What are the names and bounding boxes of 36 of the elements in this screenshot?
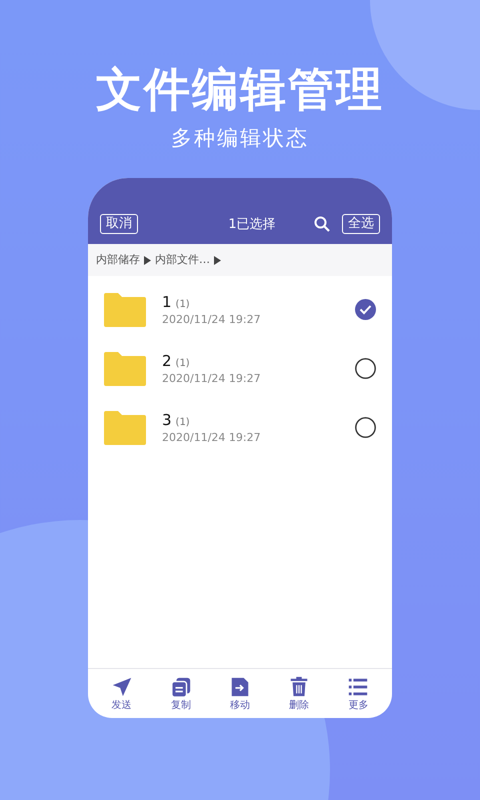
file-date: 2020/11/24 19:27 bbox=[162, 312, 262, 328]
item-count: (1) bbox=[176, 356, 190, 370]
subheadline: 多种编辑状态 bbox=[171, 125, 309, 152]
breadcrumb-item[interactable]: 内部文件… bbox=[155, 252, 210, 268]
selection-count: 1已选择 bbox=[228, 216, 276, 234]
folder-icon bbox=[104, 352, 146, 386]
toolbar-button[interactable]: 删除 bbox=[277, 676, 322, 712]
toolbar-button[interactable]: 更多 bbox=[336, 676, 380, 712]
file-row[interactable]: 1 (1) 2020/11/24 19:27 bbox=[88, 280, 392, 339]
folder-icon bbox=[104, 292, 146, 326]
file-date: 2020/11/24 19:27 bbox=[162, 430, 262, 446]
file-name: 1 bbox=[162, 292, 172, 312]
file-name: 2 bbox=[162, 350, 172, 370]
paper-plane-icon bbox=[110, 676, 133, 698]
file-row[interactable]: 3 (1) 2020/11/24 19:27 bbox=[88, 398, 392, 457]
cancel-button[interactable]: 取消 bbox=[100, 214, 138, 234]
triangle-icon bbox=[214, 256, 221, 264]
copy-icon bbox=[170, 676, 192, 698]
item-count: (1) bbox=[176, 416, 190, 430]
select-all-button[interactable]: 全选 bbox=[342, 214, 380, 234]
file-date: 2020/11/24 19:27 bbox=[162, 370, 262, 386]
headline: 文件编辑管理 bbox=[96, 61, 384, 118]
breadcrumb-item[interactable]: 内部储存 bbox=[96, 252, 140, 268]
toolbar-button[interactable]: 复制 bbox=[158, 676, 203, 712]
file-name: 3 bbox=[162, 410, 172, 430]
toolbar-button[interactable]: 发送 bbox=[100, 676, 144, 712]
empty-circle-icon[interactable] bbox=[355, 417, 376, 438]
item-count: (1) bbox=[176, 298, 190, 312]
search-icon[interactable] bbox=[314, 216, 330, 232]
trash-icon bbox=[288, 676, 310, 698]
toolbar-button[interactable]: 移动 bbox=[218, 676, 262, 712]
folder-icon bbox=[104, 410, 146, 444]
checked-circle-icon[interactable] bbox=[355, 299, 376, 320]
triangle-icon bbox=[144, 256, 151, 264]
file-row[interactable]: 2 (1) 2020/11/24 19:27 bbox=[88, 339, 392, 398]
empty-circle-icon[interactable] bbox=[355, 358, 376, 379]
